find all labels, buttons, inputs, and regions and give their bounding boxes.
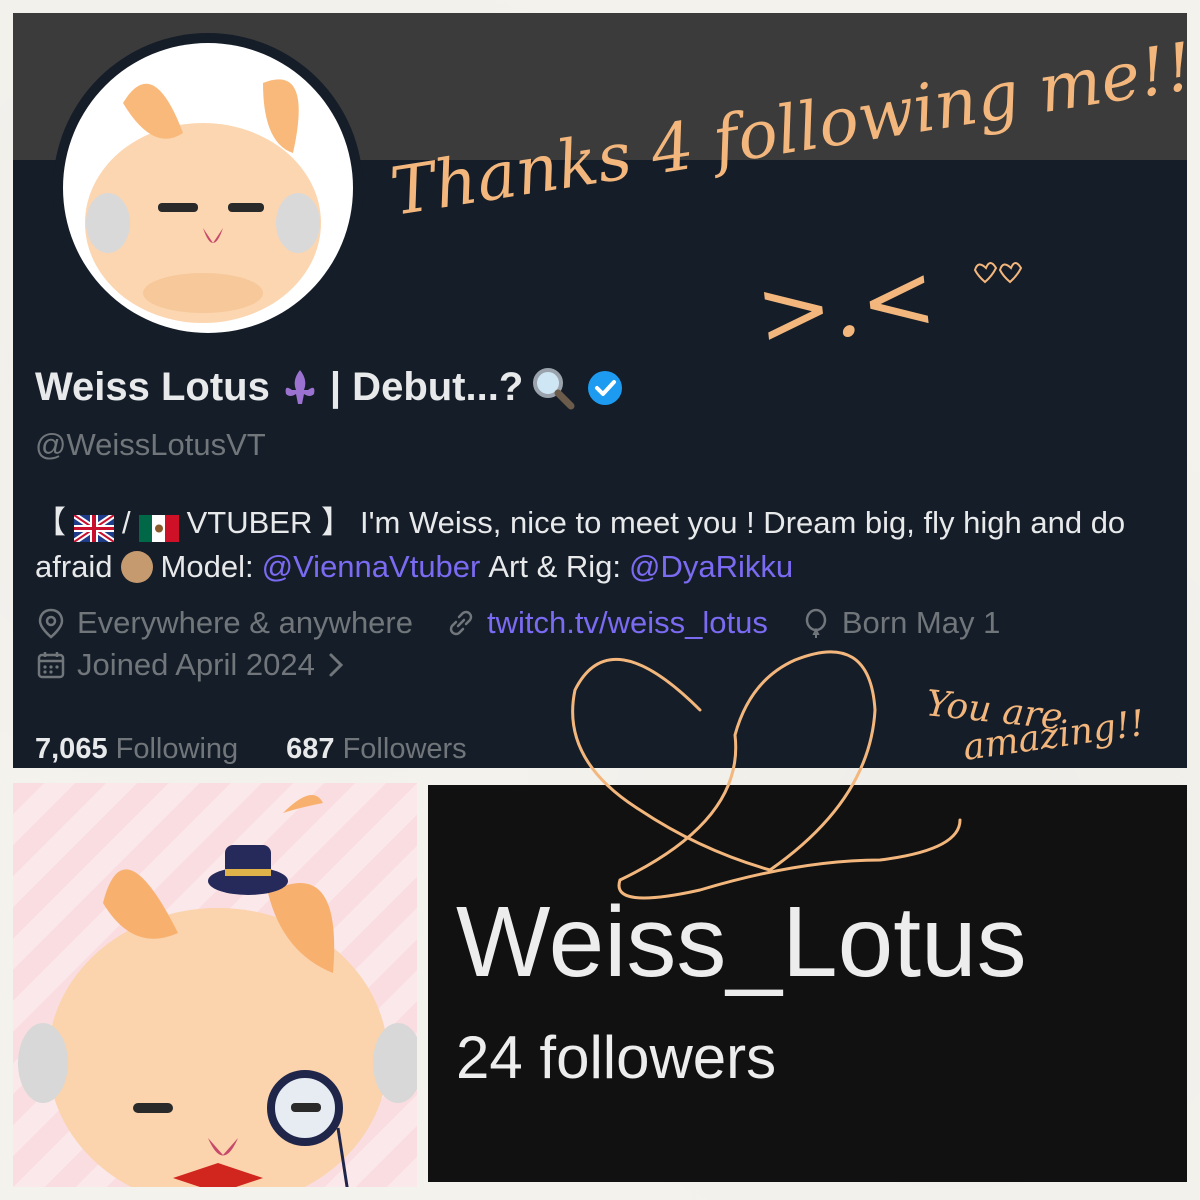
display-name: Weiss Lotus [35,365,270,409]
chevron-right-icon[interactable] [325,650,347,680]
following-label: Following [115,733,239,765]
website-item[interactable]: twitch.tv/weiss_lotus [445,605,768,641]
location-text: Everywhere & anywhere [77,605,413,640]
joined-item: Joined April 2024 [35,647,347,683]
mexico-flag-icon [138,510,179,542]
bio-line-2: afraid Model: @ViennaVtuber Art & Rig: @… [35,545,1187,589]
link-icon [445,607,477,639]
bio-art-label: Art & Rig: [488,549,622,584]
uk-flag-icon [72,510,116,544]
birthday-item: Born May 1 [800,605,1001,641]
joined-text: Joined April 2024 [77,647,315,682]
magnifier-icon [531,366,575,410]
bio-slash: / [122,505,131,540]
followers-count: 687 [286,733,335,765]
location-item: Everywhere & anywhere [35,605,413,641]
verified-badge-icon[interactable] [583,366,627,410]
detective-mascot-illustration [18,795,417,1187]
balloon-icon [800,607,832,639]
model-mention-link[interactable]: @ViennaVtuber [262,545,481,589]
following-count: 7,065 [35,733,108,765]
website-link[interactable]: twitch.tv/weiss_lotus [487,605,768,641]
character-art [13,783,417,1187]
follow-counts: 7,065 Following 687 Followers [35,733,515,766]
avatar-image [63,43,353,333]
profile-meta-row-2: Joined April 2024 [35,647,379,683]
fleur-de-lis-icon [278,366,322,410]
twitch-username: Weiss_Lotus [456,886,1027,998]
twitch-follower-card: Weiss_Lotus 24 followers [428,785,1187,1182]
bio-intro-text: I'm Weiss, nice to meet you ! Dream big,… [359,505,1126,540]
followers-count-link[interactable]: 687 Followers [286,733,467,766]
following-count-link[interactable]: 7,065 Following [35,733,238,766]
bio-line-1: 【 / VTUBER 】 I'm Weiss, nice to meet you… [35,501,1187,545]
profile-panel: Weiss Lotus | Debut...? @WeissLotusVT 【 [13,13,1187,768]
bio-afraid-text: afraid [35,549,113,584]
display-name-suffix: | Debut...? [329,365,524,409]
bio-bracket: 【 [35,505,66,540]
display-name-row: Weiss Lotus | Debut...? [35,365,627,410]
avatar[interactable] [53,33,363,343]
twitch-follower-count: 24 followers [456,1024,777,1091]
bio-vtuber-tag: VTUBER 】 [186,505,352,540]
profile-meta-row-1: Everywhere & anywhere twitch.tv/weiss_lo… [35,605,1032,641]
profile-bio: 【 / VTUBER 】 I'm Weiss, nice to meet you… [35,501,1187,589]
birthday-text: Born May 1 [841,605,1001,640]
fist-bump-icon [120,551,153,583]
art-mention-link[interactable]: @DyaRikku [629,545,793,589]
bio-model-label: Model: [160,549,254,584]
location-pin-icon [35,607,67,639]
profile-handle: @WeissLotusVT [35,427,266,462]
followers-label: Followers [342,733,467,765]
calendar-icon [35,649,67,681]
